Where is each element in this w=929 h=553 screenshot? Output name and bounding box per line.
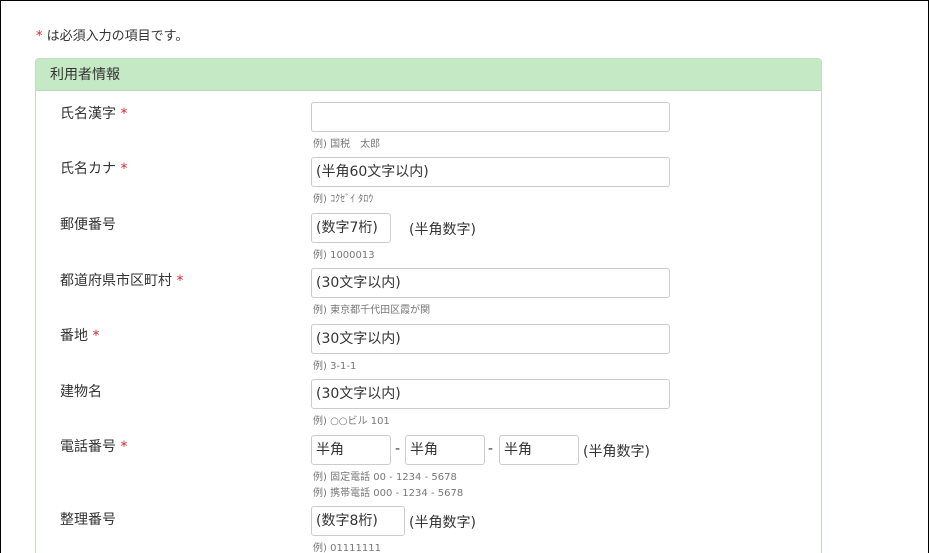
phone-label: 電話番号 *: [60, 436, 127, 456]
address-number-label: 番地 *: [60, 325, 99, 345]
reference-number-suffix: (半角数字): [409, 515, 476, 531]
phone-part2-input[interactable]: [405, 435, 485, 465]
required-marker: *: [120, 106, 128, 122]
required-marker: *: [176, 273, 184, 289]
name-kanji-input[interactable]: [311, 102, 670, 132]
name-kanji-label-text: 氏名漢字: [60, 106, 116, 122]
user-info-panel: 利用者情報 氏名漢字 * 例) 国税 太郎 氏名カナ * 例) ｺｸｾﾞｲ ﾀﾛ…: [35, 58, 822, 553]
name-kana-input[interactable]: [311, 157, 670, 187]
reference-number-label-text: 整理番号: [60, 512, 116, 528]
name-kanji-example: 例) 国税 太郎: [313, 139, 381, 150]
postal-code-label: 郵便番号: [60, 214, 116, 234]
phone-suffix: (半角数字): [583, 444, 650, 460]
prefecture-city-example: 例) 東京都千代田区霞が関: [313, 305, 431, 316]
phone-separator: -: [395, 441, 401, 457]
phone-separator: -: [488, 441, 494, 457]
building-input[interactable]: [311, 379, 670, 409]
reference-number-input[interactable]: [311, 506, 405, 536]
name-kana-example: 例) ｺｸｾﾞｲ ﾀﾛｳ: [313, 194, 374, 205]
required-note-text: は必須入力の項目です。: [42, 29, 189, 44]
postal-code-label-text: 郵便番号: [60, 217, 116, 233]
phone-part3-input[interactable]: [499, 435, 579, 465]
reference-number-example: 例) 01111111: [313, 543, 381, 553]
phone-part1-input[interactable]: [311, 435, 391, 465]
building-label-text: 建物名: [60, 384, 102, 400]
phone-label-text: 電話番号: [60, 439, 116, 455]
postal-code-input[interactable]: [311, 213, 391, 243]
building-example: 例) ○○ビル 101: [313, 416, 390, 427]
address-number-label-text: 番地: [60, 328, 88, 344]
address-number-example: 例) 3-1-1: [313, 361, 357, 372]
prefecture-city-label: 都道府県市区町村 *: [60, 270, 183, 290]
reference-number-label: 整理番号: [60, 509, 116, 529]
required-marker: *: [92, 328, 100, 344]
name-kana-label: 氏名カナ *: [60, 158, 127, 178]
postal-code-example: 例) 1000013: [313, 250, 375, 261]
name-kanji-label: 氏名漢字 *: [60, 103, 127, 123]
prefecture-city-input[interactable]: [311, 268, 670, 298]
phone-example-landline: 例) 固定電話 00 - 1234 - 5678: [313, 472, 457, 483]
building-label: 建物名: [60, 381, 102, 401]
name-kana-label-text: 氏名カナ: [60, 161, 116, 177]
panel-heading: 利用者情報: [36, 59, 821, 91]
page-frame: * は必須入力の項目です。 利用者情報 氏名漢字 * 例) 国税 太郎 氏名カナ…: [0, 0, 929, 553]
postal-code-suffix: (半角数字): [409, 222, 476, 238]
required-marker: *: [120, 439, 128, 455]
required-marker: *: [120, 161, 128, 177]
address-number-input[interactable]: [311, 324, 670, 354]
phone-example-mobile: 例) 携帯電話 000 - 1234 - 5678: [313, 488, 464, 499]
required-note: * は必須入力の項目です。: [36, 25, 188, 44]
prefecture-city-label-text: 都道府県市区町村: [60, 273, 172, 289]
